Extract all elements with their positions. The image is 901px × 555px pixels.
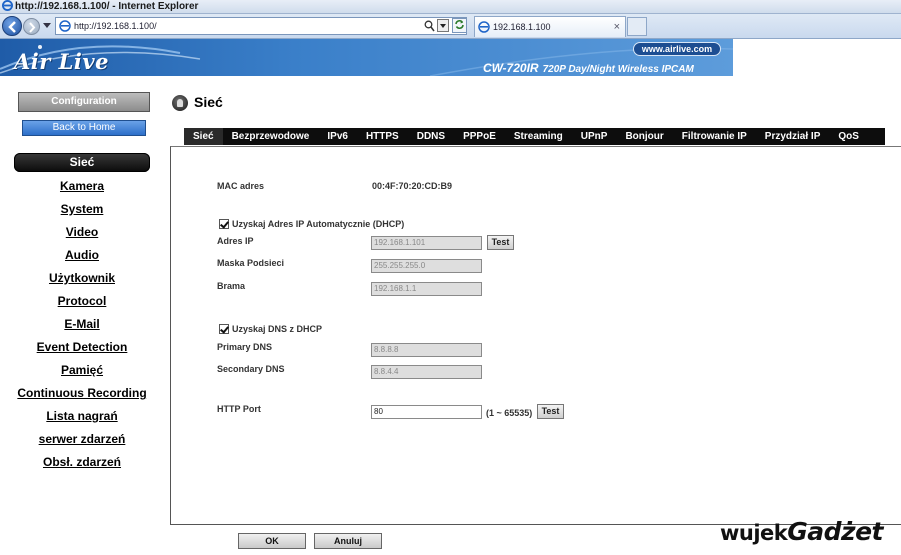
sidebar-item-serwer-zdarzen[interactable]: serwer zdarzeń [14, 429, 150, 452]
ie-logo-icon [2, 0, 13, 11]
window-title-bar: http://192.168.1.100/ - Internet Explore… [0, 0, 901, 14]
sidebar-item-video[interactable]: Video [14, 222, 150, 245]
address-text: http://192.168.1.100/ [74, 21, 157, 31]
page-icon [59, 20, 71, 32]
mac-value: 00:4F:70:20:CD:B9 [372, 181, 453, 191]
sidebar-item-email[interactable]: E-Mail [14, 314, 150, 337]
airlive-banner: Air Live www.airlive.com CW-720IR 720P Da… [0, 39, 733, 76]
subnet-mask-field: 255.255.255.0 [371, 259, 482, 273]
tab-title: 192.168.1.100 [493, 22, 551, 32]
forward-button[interactable] [23, 18, 40, 35]
close-tab-icon[interactable]: × [614, 17, 620, 37]
tab-ddns[interactable]: DDNS [408, 128, 454, 145]
network-settings-panel: MAC adres 00:4F:70:20:CD:B9 Uzyskaj Adre… [170, 146, 901, 525]
ip-label: Adres IP [217, 236, 254, 246]
address-bar[interactable]: http://192.168.1.100/ [55, 17, 467, 35]
refresh-button[interactable] [452, 18, 467, 33]
tab-qos[interactable]: QoS [829, 128, 868, 145]
window-title: http://192.168.1.100/ - Internet Explore… [15, 1, 199, 12]
sidebar-item-lista-nagran[interactable]: Lista nagrań [14, 406, 150, 429]
tab-filtrowanie-ip[interactable]: Filtrowanie IP [673, 128, 756, 145]
tab-bonjour[interactable]: Bonjour [616, 128, 672, 145]
http-port-input[interactable]: 80 [371, 405, 482, 419]
tab-pppoe[interactable]: PPPoE [454, 128, 505, 145]
tab-upnp[interactable]: UPnP [572, 128, 617, 145]
arrow-right-icon [29, 22, 36, 33]
address-dropdown-button[interactable] [437, 19, 449, 32]
tab-ipv6[interactable]: IPv6 [318, 128, 357, 145]
browser-toolbar: http://192.168.1.100/ 192.168.1.100 × [0, 14, 901, 39]
http-port-label: HTTP Port [217, 404, 261, 414]
sidebar-item-event-detection[interactable]: Event Detection [14, 337, 150, 360]
watermark-part1: wujek [720, 521, 788, 545]
network-icon [172, 95, 188, 111]
watermark-part2: Gadżet [787, 517, 884, 546]
model-number: CW-720IR [483, 61, 539, 75]
browser-tab[interactable]: 192.168.1.100 × [474, 16, 626, 37]
tab-https[interactable]: HTTPS [357, 128, 408, 145]
tab-page-icon [478, 21, 490, 33]
airlive-logo: Air Live [14, 49, 109, 74]
model-description: 720P Day/Night Wireless IPCAM [542, 64, 694, 75]
primary-dns-field: 8.8.8.8 [371, 343, 482, 357]
sidebar-item-continuous-recording[interactable]: Continuous Recording [14, 383, 150, 406]
page-title: Sieć [194, 94, 223, 110]
sidebar-item-protocol[interactable]: Protocol [14, 291, 150, 314]
secondary-dns-field: 8.8.4.4 [371, 365, 482, 379]
settings-tabs: Sieć Bezprzewodowe IPv6 HTTPS DDNS PPPoE… [184, 128, 885, 145]
ip-field: 192.168.1.101 [371, 236, 482, 250]
watermark-logo: wujekGadżet [720, 517, 884, 546]
dhcp-label: Uzyskaj Adres IP Automatycznie (DHCP) [232, 219, 405, 229]
http-port-range: (1 ~ 65535) [486, 408, 533, 418]
sidebar-menu: Sieć Kamera System Video Audio Użytkowni… [14, 153, 150, 475]
gateway-label: Brama [217, 281, 246, 291]
sidebar-item-kamera[interactable]: Kamera [14, 176, 150, 199]
new-tab-button[interactable] [627, 17, 647, 36]
back-button[interactable] [2, 16, 22, 36]
refresh-icon [455, 20, 464, 29]
tab-przydzial-ip[interactable]: Przydział IP [756, 128, 830, 145]
tab-streaming[interactable]: Streaming [505, 128, 572, 145]
sidebar-item-audio[interactable]: Audio [14, 245, 150, 268]
dhcp-checkbox[interactable] [219, 219, 229, 229]
sidebar-item-pamiec[interactable]: Pamięć [14, 360, 150, 383]
secondary-dns-label: Secondary DNS [217, 364, 285, 374]
primary-dns-label: Primary DNS [217, 342, 273, 352]
sidebar-item-siec[interactable]: Sieć [14, 153, 150, 172]
http-port-test-button[interactable]: Test [537, 404, 564, 419]
configuration-button[interactable]: Configuration [18, 92, 150, 112]
tab-siec[interactable]: Sieć [184, 128, 223, 145]
model-name: CW-720IR 720P Day/Night Wireless IPCAM [483, 61, 694, 75]
subnet-mask-label: Maska Podsieci [217, 258, 285, 268]
dns-dhcp-checkbox[interactable] [219, 324, 229, 334]
sidebar-item-obsl-zdarzen[interactable]: Obsł. zdarzeń [14, 452, 150, 475]
search-icon[interactable] [424, 20, 435, 32]
tab-bezprzewodowe[interactable]: Bezprzewodowe [223, 128, 319, 145]
arrow-left-icon [8, 21, 16, 33]
ip-test-button[interactable]: Test [487, 235, 514, 250]
ok-button[interactable]: OK [238, 533, 306, 549]
sidebar-item-uzytkownik[interactable]: Użytkownik [14, 268, 150, 291]
cancel-button[interactable]: Anuluj [314, 533, 382, 549]
dns-dhcp-label: Uzyskaj DNS z DHCP [232, 324, 323, 334]
sidebar-item-system[interactable]: System [14, 199, 150, 222]
history-dropdown-icon[interactable] [43, 23, 51, 28]
mac-label: MAC adres [217, 181, 265, 191]
gateway-field: 192.168.1.1 [371, 282, 482, 296]
website-link[interactable]: www.airlive.com [633, 42, 721, 56]
back-to-home-button[interactable]: Back to Home [22, 120, 146, 136]
